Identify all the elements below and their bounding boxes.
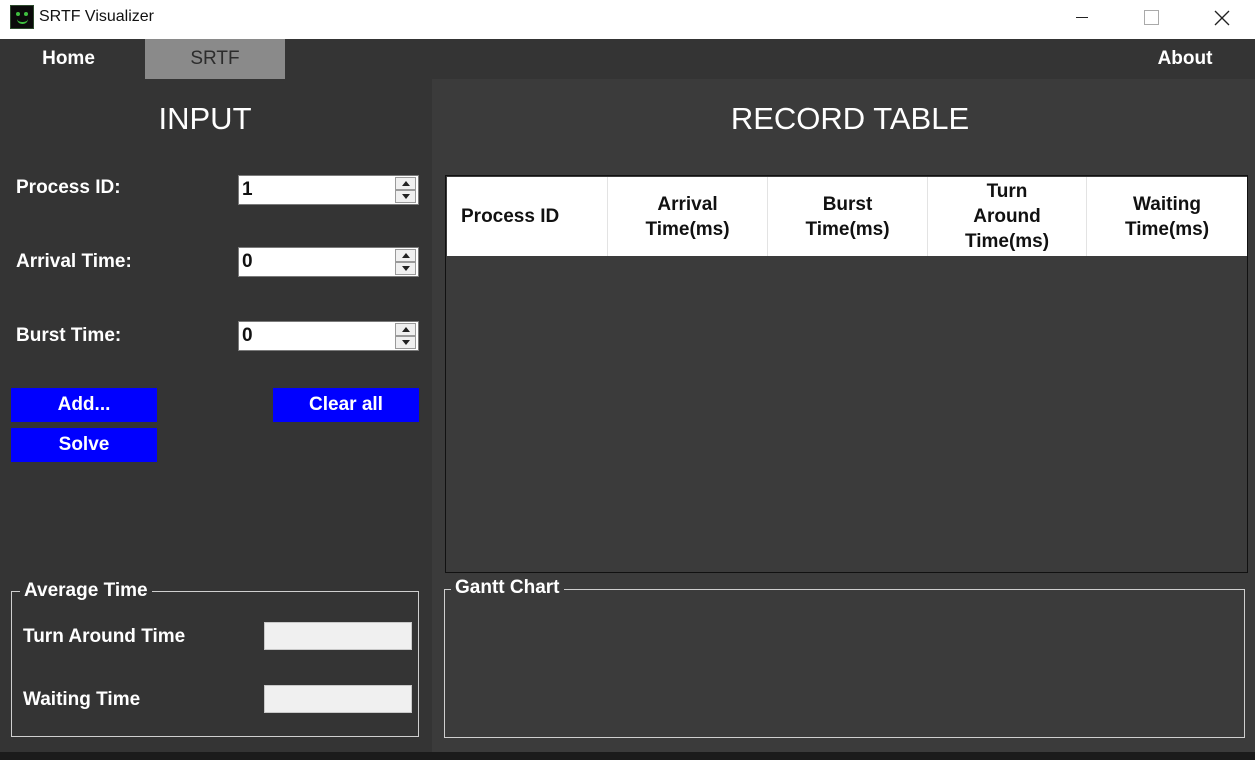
tab-home[interactable]: Home	[0, 39, 137, 79]
arrival-time-decrement-button[interactable]	[395, 262, 416, 275]
add-button[interactable]: Add...	[11, 388, 157, 422]
title-bar: SRTF Visualizer	[0, 0, 1255, 39]
column-header-label: Waiting Time(ms)	[1124, 193, 1210, 240]
record-table-title: RECORD TABLE	[730, 101, 970, 136]
process-id-spinbox[interactable]: 1	[238, 175, 419, 205]
process-id-increment-button[interactable]	[395, 177, 416, 190]
menu-bar: Home SRTF About	[0, 39, 1255, 79]
arrival-time-label: Arrival Time:	[16, 251, 132, 272]
background-strip	[0, 752, 1255, 760]
column-header-process-id[interactable]: Process ID	[447, 177, 608, 256]
burst-time-label: Burst Time:	[16, 325, 122, 346]
gantt-chart-group: Gantt Chart	[444, 577, 1245, 738]
tab-srtf[interactable]: SRTF	[145, 39, 285, 79]
close-icon	[1214, 10, 1230, 25]
table-header: Process ID Arrival Time(ms) Burst Time(m…	[447, 177, 1247, 256]
arrow-down-icon	[401, 266, 410, 271]
turnaround-time-output	[264, 622, 412, 650]
maximize-button[interactable]	[1128, 0, 1174, 35]
solve-button[interactable]: Solve	[11, 428, 157, 462]
arrow-down-icon	[401, 340, 410, 345]
waiting-time-label: Waiting Time	[23, 689, 141, 710]
arrival-time-spinbox[interactable]: 0	[238, 247, 419, 277]
column-header-burst-time[interactable]: Burst Time(ms)	[768, 177, 928, 256]
close-button[interactable]	[1199, 0, 1245, 35]
column-header-turnaround-time[interactable]: Turn Around Time(ms)	[928, 177, 1087, 256]
process-id-decrement-button[interactable]	[395, 190, 416, 203]
process-id-label: Process ID:	[16, 177, 121, 198]
record-panel: RECORD TABLE Process ID Arrival Time(ms)…	[432, 79, 1255, 752]
burst-time-decrement-button[interactable]	[395, 336, 416, 349]
input-title: INPUT	[158, 101, 252, 136]
column-header-arrival-time[interactable]: Arrival Time(ms)	[608, 177, 768, 256]
tab-about[interactable]: About	[1120, 39, 1250, 79]
process-id-value[interactable]: 1	[242, 179, 253, 201]
arrival-time-increment-button[interactable]	[395, 249, 416, 262]
arrow-up-icon	[401, 181, 410, 186]
column-header-label: Arrival Time(ms)	[645, 193, 730, 240]
column-header-waiting-time[interactable]: Waiting Time(ms)	[1087, 177, 1247, 256]
average-time-title: Average Time	[20, 580, 152, 602]
turnaround-time-label: Turn Around Time	[23, 626, 186, 647]
arrival-time-value[interactable]: 0	[242, 251, 253, 273]
clear-all-button[interactable]: Clear all	[273, 388, 419, 422]
record-table[interactable]: Process ID Arrival Time(ms) Burst Time(m…	[445, 175, 1248, 573]
burst-time-value[interactable]: 0	[242, 325, 253, 347]
app-logo-icon	[10, 5, 34, 29]
arrow-down-icon	[401, 194, 410, 199]
burst-time-spinbox[interactable]: 0	[238, 321, 419, 351]
arrow-up-icon	[401, 327, 410, 332]
column-header-label: Burst Time(ms)	[805, 193, 890, 240]
burst-time-increment-button[interactable]	[395, 323, 416, 336]
gantt-chart-title: Gantt Chart	[451, 577, 564, 599]
arrow-up-icon	[401, 253, 410, 258]
waiting-time-output	[264, 685, 412, 713]
minimize-button[interactable]	[1059, 0, 1105, 35]
column-header-label: Turn Around Time(ms)	[964, 181, 1050, 252]
app-window: SRTF Visualizer Home SRTF About INPUT Pr…	[0, 0, 1255, 752]
average-time-group: Average Time Turn Around Time Waiting Ti…	[11, 580, 419, 737]
input-panel: INPUT Process ID: 1 Arrival Time: 0 Burs…	[0, 79, 432, 752]
window-title: SRTF Visualizer	[39, 8, 154, 25]
